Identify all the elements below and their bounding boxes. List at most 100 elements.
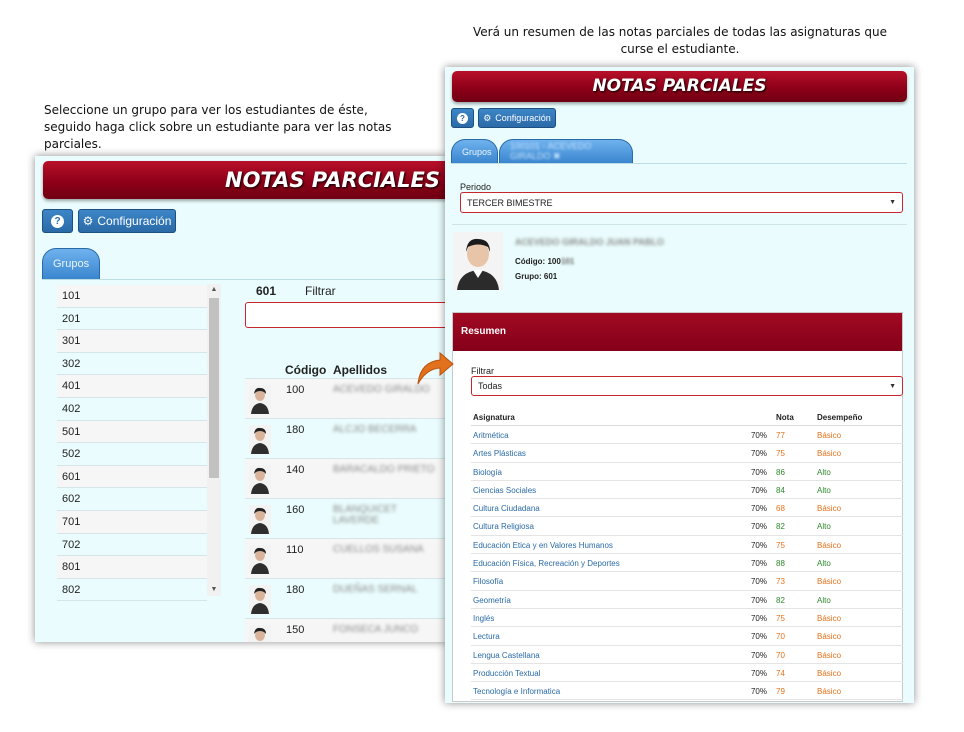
scroll-up-icon[interactable]: ▲ bbox=[207, 284, 221, 296]
percent-cell: 70% bbox=[750, 687, 767, 697]
group-item[interactable]: 702 bbox=[57, 533, 207, 557]
subject-link[interactable]: Tecnología e Informatica bbox=[473, 687, 560, 696]
student-avatar bbox=[249, 625, 271, 642]
student-row[interactable]: 180 ALCJO BECERRA bbox=[245, 418, 445, 458]
performance-cell: Alto bbox=[817, 522, 831, 532]
subject-link[interactable]: Cultura Religiosa bbox=[473, 522, 534, 531]
filter-input[interactable] bbox=[245, 302, 447, 328]
performance-cell: Alto bbox=[817, 595, 831, 605]
subject-link[interactable]: Lengua Castellana bbox=[473, 651, 540, 660]
group-item[interactable]: 501 bbox=[57, 420, 207, 444]
subject-link[interactable]: Geometría bbox=[473, 596, 511, 605]
student-row[interactable]: 140 BARACALDO PRIETO bbox=[245, 458, 445, 498]
group-item[interactable]: 201 bbox=[57, 307, 207, 331]
summary-filter-value: Todas bbox=[478, 381, 503, 391]
performance-cell: Alto bbox=[817, 559, 831, 569]
performance-cell: Básico bbox=[817, 650, 842, 660]
group-item[interactable]: 601 bbox=[57, 465, 207, 489]
student-code-hidden: 101 bbox=[560, 257, 575, 266]
groups-list: 101 201 301 302 401 402 501 502 601 602 701 702 801 8… bbox=[57, 285, 207, 602]
percent-cell: 70% bbox=[750, 595, 767, 605]
student-row[interactable]: 180 DUEÑAS SERNAL bbox=[245, 578, 445, 618]
group-item[interactable]: 701 bbox=[57, 510, 207, 534]
tab-divider bbox=[42, 279, 447, 280]
student-name: BLANQUICET LAVERDE bbox=[333, 504, 397, 526]
summary-filter-label: Filtrar bbox=[471, 366, 494, 376]
app-banner: NOTAS PARCIALES bbox=[43, 161, 447, 199]
column-codigo: Código bbox=[285, 363, 327, 377]
group-item[interactable]: 502 bbox=[57, 443, 207, 466]
subject-link[interactable]: Filosofía bbox=[473, 577, 503, 586]
performance-cell: Básico bbox=[817, 449, 842, 459]
performance-cell: Básico bbox=[817, 431, 842, 440]
student-row[interactable]: 110 CUELLOS SUSANA bbox=[245, 538, 445, 578]
student-avatar bbox=[249, 545, 271, 574]
percent-cell: 70% bbox=[750, 650, 767, 660]
subject-link[interactable]: Ciencias Sociales bbox=[473, 486, 536, 495]
percent-cell: 70% bbox=[750, 449, 767, 459]
performance-cell: Básico bbox=[817, 577, 842, 587]
subject-link[interactable]: Biología bbox=[473, 468, 502, 477]
config-button[interactable]: ⚙ Configuración bbox=[78, 209, 176, 233]
column-apellidos: Apellidos bbox=[333, 363, 388, 377]
tab-student-label: 100101 - ACEVEDO GIRALDO ✖ bbox=[510, 141, 592, 161]
gear-icon: ⚙ bbox=[82, 214, 94, 228]
scrollbar-thumb[interactable] bbox=[209, 298, 219, 478]
groups-panel: NOTAS PARCIALES ? ⚙ Configuración Grupos… bbox=[35, 156, 447, 642]
student-row[interactable]: 160 BLANQUICET LAVERDE bbox=[245, 498, 445, 538]
student-avatar bbox=[249, 505, 271, 534]
help-button-right[interactable]: ? bbox=[451, 108, 474, 128]
subject-link[interactable]: Aritmética bbox=[473, 431, 509, 440]
config-button-right[interactable]: ⚙ Configuración bbox=[478, 108, 556, 128]
period-select[interactable]: TERCER BIMESTRE ▼ bbox=[460, 192, 903, 213]
performance-cell: Básico bbox=[817, 687, 842, 697]
grade-cell: 84 bbox=[776, 485, 785, 495]
group-item[interactable]: 602 bbox=[57, 488, 207, 511]
table-row: Lectura 70% 70 Básico bbox=[471, 627, 903, 646]
student-code: 140 bbox=[286, 464, 305, 476]
subject-link[interactable]: Lectura bbox=[473, 632, 500, 641]
student-row[interactable]: 150 FONSECA JUNCO bbox=[245, 618, 445, 642]
table-row: Tecnología e Informatica 70% 79 Básico bbox=[471, 682, 903, 701]
student-code: 110 bbox=[286, 544, 304, 556]
tab-grupos[interactable]: Grupos bbox=[42, 248, 100, 279]
group-item[interactable]: 402 bbox=[57, 397, 207, 421]
table-row: Cultura Religiosa 70% 82 Alto bbox=[471, 517, 903, 536]
subject-link[interactable]: Educación Etica y en Valores Humanos bbox=[473, 541, 613, 550]
subject-link[interactable]: Cultura Ciudadana bbox=[473, 504, 540, 513]
subject-link[interactable]: Educación Física, Recreación y Deportes bbox=[473, 559, 620, 568]
group-item[interactable]: 101 bbox=[57, 285, 207, 308]
percent-cell: 70% bbox=[750, 467, 767, 477]
scroll-down-icon[interactable]: ▼ bbox=[207, 584, 221, 596]
student-name: CUELLOS SUSANA bbox=[333, 544, 424, 555]
table-row: Educación Física, Recreación y Deportes 7… bbox=[471, 554, 903, 573]
config-label-right: Configuración bbox=[495, 113, 551, 123]
student-code: 180 bbox=[286, 584, 305, 596]
group-item[interactable]: 302 bbox=[57, 352, 207, 376]
subject-link[interactable]: Inglés bbox=[473, 614, 494, 623]
student-group: Grupo: 601 bbox=[515, 272, 557, 281]
subject-link[interactable]: Artes Plásticas bbox=[473, 449, 526, 458]
performance-cell: Básico bbox=[817, 668, 842, 678]
help-button[interactable]: ? bbox=[42, 209, 73, 233]
tab-student[interactable]: 100101 - ACEVEDO GIRALDO ✖ bbox=[499, 139, 633, 163]
student-group-value: 601 bbox=[543, 272, 558, 281]
tab-grupos-right[interactable]: Grupos bbox=[451, 139, 498, 163]
grade-cell: 82 bbox=[776, 595, 785, 605]
group-item[interactable]: 802 bbox=[57, 578, 207, 602]
subject-link[interactable]: Producción Textual bbox=[473, 669, 540, 678]
group-item[interactable]: 301 bbox=[57, 330, 207, 353]
percent-cell: 70% bbox=[750, 431, 767, 440]
performance-cell: Básico bbox=[817, 632, 842, 642]
grade-cell: 68 bbox=[776, 504, 785, 514]
grade-cell: 79 bbox=[776, 687, 785, 697]
student-name: ACEVEDO GIRALDO JUAN PABLO bbox=[515, 237, 664, 247]
students-list: 100 ACEVEDO GIRALDO 180 ALCJO BECERRA 140 BAR… bbox=[245, 378, 445, 642]
question-circle-icon: ? bbox=[457, 112, 468, 124]
grade-cell: 74 bbox=[776, 668, 785, 678]
group-item[interactable]: 401 bbox=[57, 375, 207, 398]
groups-scrollbar[interactable]: ▲ ▼ bbox=[207, 284, 221, 596]
summary-filter-select[interactable]: Todas ▼ bbox=[471, 376, 903, 396]
student-name: DUEÑAS SERNAL bbox=[333, 584, 418, 595]
group-item[interactable]: 801 bbox=[57, 556, 207, 579]
